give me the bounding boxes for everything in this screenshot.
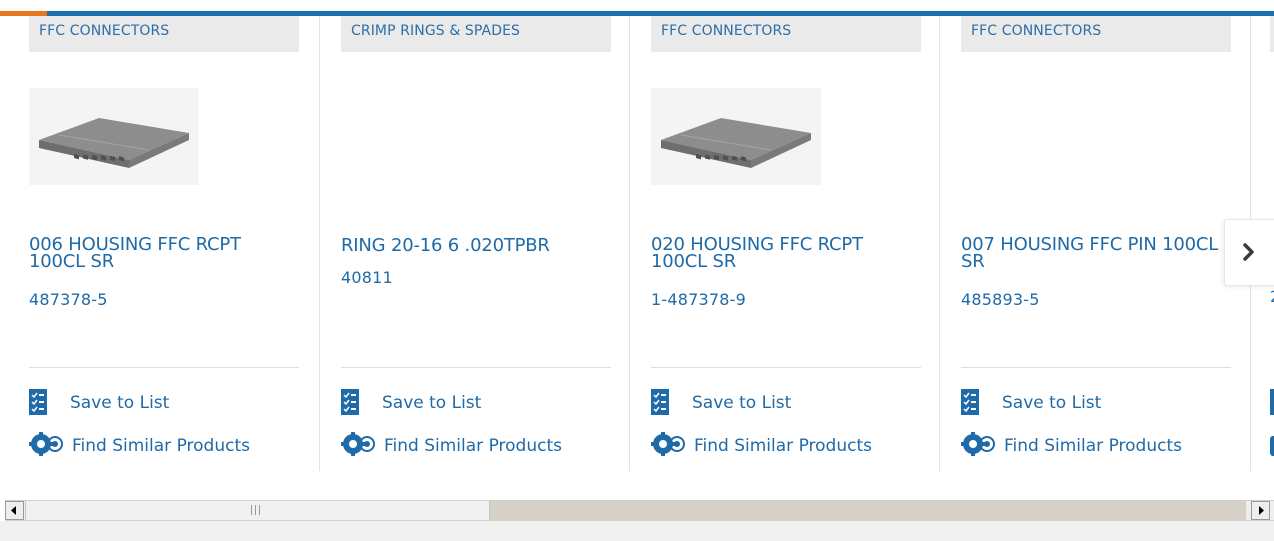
scroll-grip (251, 505, 260, 515)
category-bar[interactable]: FFC CONNECTORS (29, 16, 299, 52)
save-to-list-label[interactable]: Save to List (692, 393, 791, 413)
carousel-next-button[interactable] (1224, 219, 1274, 286)
scroll-thumb[interactable] (25, 501, 490, 520)
product-card: FFC CONNECTORS 020 HOUSING FFC RCPT 100C… (651, 16, 921, 468)
product-image[interactable] (29, 88, 199, 185)
card-divider (341, 367, 611, 368)
part-number-link[interactable]: 1-487378-9 (651, 290, 746, 309)
category-label[interactable]: FFC CONNECTORS (971, 23, 1101, 39)
find-similar-label[interactable]: Find Similar Products (384, 436, 562, 456)
save-to-list-label[interactable]: Save to List (70, 393, 169, 413)
gears-icon (341, 432, 375, 456)
product-title-link[interactable]: 007 HOUSING FFC PIN 100CL SR (961, 236, 1223, 271)
product-image[interactable] (651, 88, 821, 185)
gears-icon (651, 432, 685, 456)
part-number-link[interactable]: 40811 (341, 268, 393, 287)
card-divider (651, 367, 921, 368)
card-divider (29, 367, 299, 368)
find-similar-label[interactable]: Find Similar Products (694, 436, 872, 456)
save-to-list-label[interactable]: Save to List (382, 393, 481, 413)
product-title-link[interactable]: 020 HOUSING FFC RCPT 100CL SR (651, 236, 913, 271)
product-card: CRIMP RINGS & SPADES RING 20-16 6 .020TP… (341, 16, 611, 468)
gears-icon (29, 432, 63, 456)
partial-card-category-bar[interactable] (1270, 16, 1274, 52)
part-number-link[interactable]: 487378-5 (29, 290, 108, 309)
category-label[interactable]: FFC CONNECTORS (661, 23, 791, 39)
scroll-track[interactable] (490, 501, 1246, 520)
product-title-link[interactable]: 006 HOUSING FFC RCPT 100CL SR (29, 236, 291, 271)
product-card: FFC CONNECTORS 006 HOUSING FFC RCPT 100C… (29, 16, 299, 468)
checklist-icon (651, 389, 669, 415)
horizontal-scrollbar[interactable] (5, 500, 1274, 521)
category-label[interactable]: CRIMP RINGS & SPADES (351, 23, 520, 39)
scroll-right-button[interactable] (1251, 501, 1270, 520)
checklist-icon (29, 389, 47, 415)
footer-band (0, 521, 1274, 541)
card-separator (629, 16, 630, 471)
partial-part-number[interactable]: 2 (1270, 287, 1274, 306)
card-separator (319, 16, 320, 471)
partial-save-icon[interactable] (1270, 389, 1274, 415)
product-title-link[interactable]: RING 20-16 6 .020TPBR (341, 237, 603, 255)
product-card: FFC CONNECTORS 007 HOUSING FFC PIN 100CL… (961, 16, 1231, 468)
triangle-left-icon (11, 506, 16, 515)
category-bar[interactable]: FFC CONNECTORS (651, 16, 921, 52)
find-similar-label[interactable]: Find Similar Products (72, 436, 250, 456)
part-number-link[interactable]: 485893-5 (961, 290, 1040, 309)
category-label[interactable]: FFC CONNECTORS (39, 23, 169, 39)
partial-similar-icon[interactable] (1270, 436, 1274, 456)
save-to-list-label[interactable]: Save to List (1002, 393, 1101, 413)
gears-icon (961, 432, 995, 456)
card-separator (939, 16, 940, 471)
card-divider (961, 367, 1231, 368)
triangle-right-icon (1259, 506, 1264, 515)
category-bar[interactable]: FFC CONNECTORS (961, 16, 1231, 52)
scroll-left-button[interactable] (5, 501, 24, 520)
find-similar-label[interactable]: Find Similar Products (1004, 436, 1182, 456)
checklist-icon (341, 389, 359, 415)
category-bar[interactable]: CRIMP RINGS & SPADES (341, 16, 611, 52)
chevron-right-icon (1243, 243, 1254, 261)
checklist-icon (961, 389, 979, 415)
